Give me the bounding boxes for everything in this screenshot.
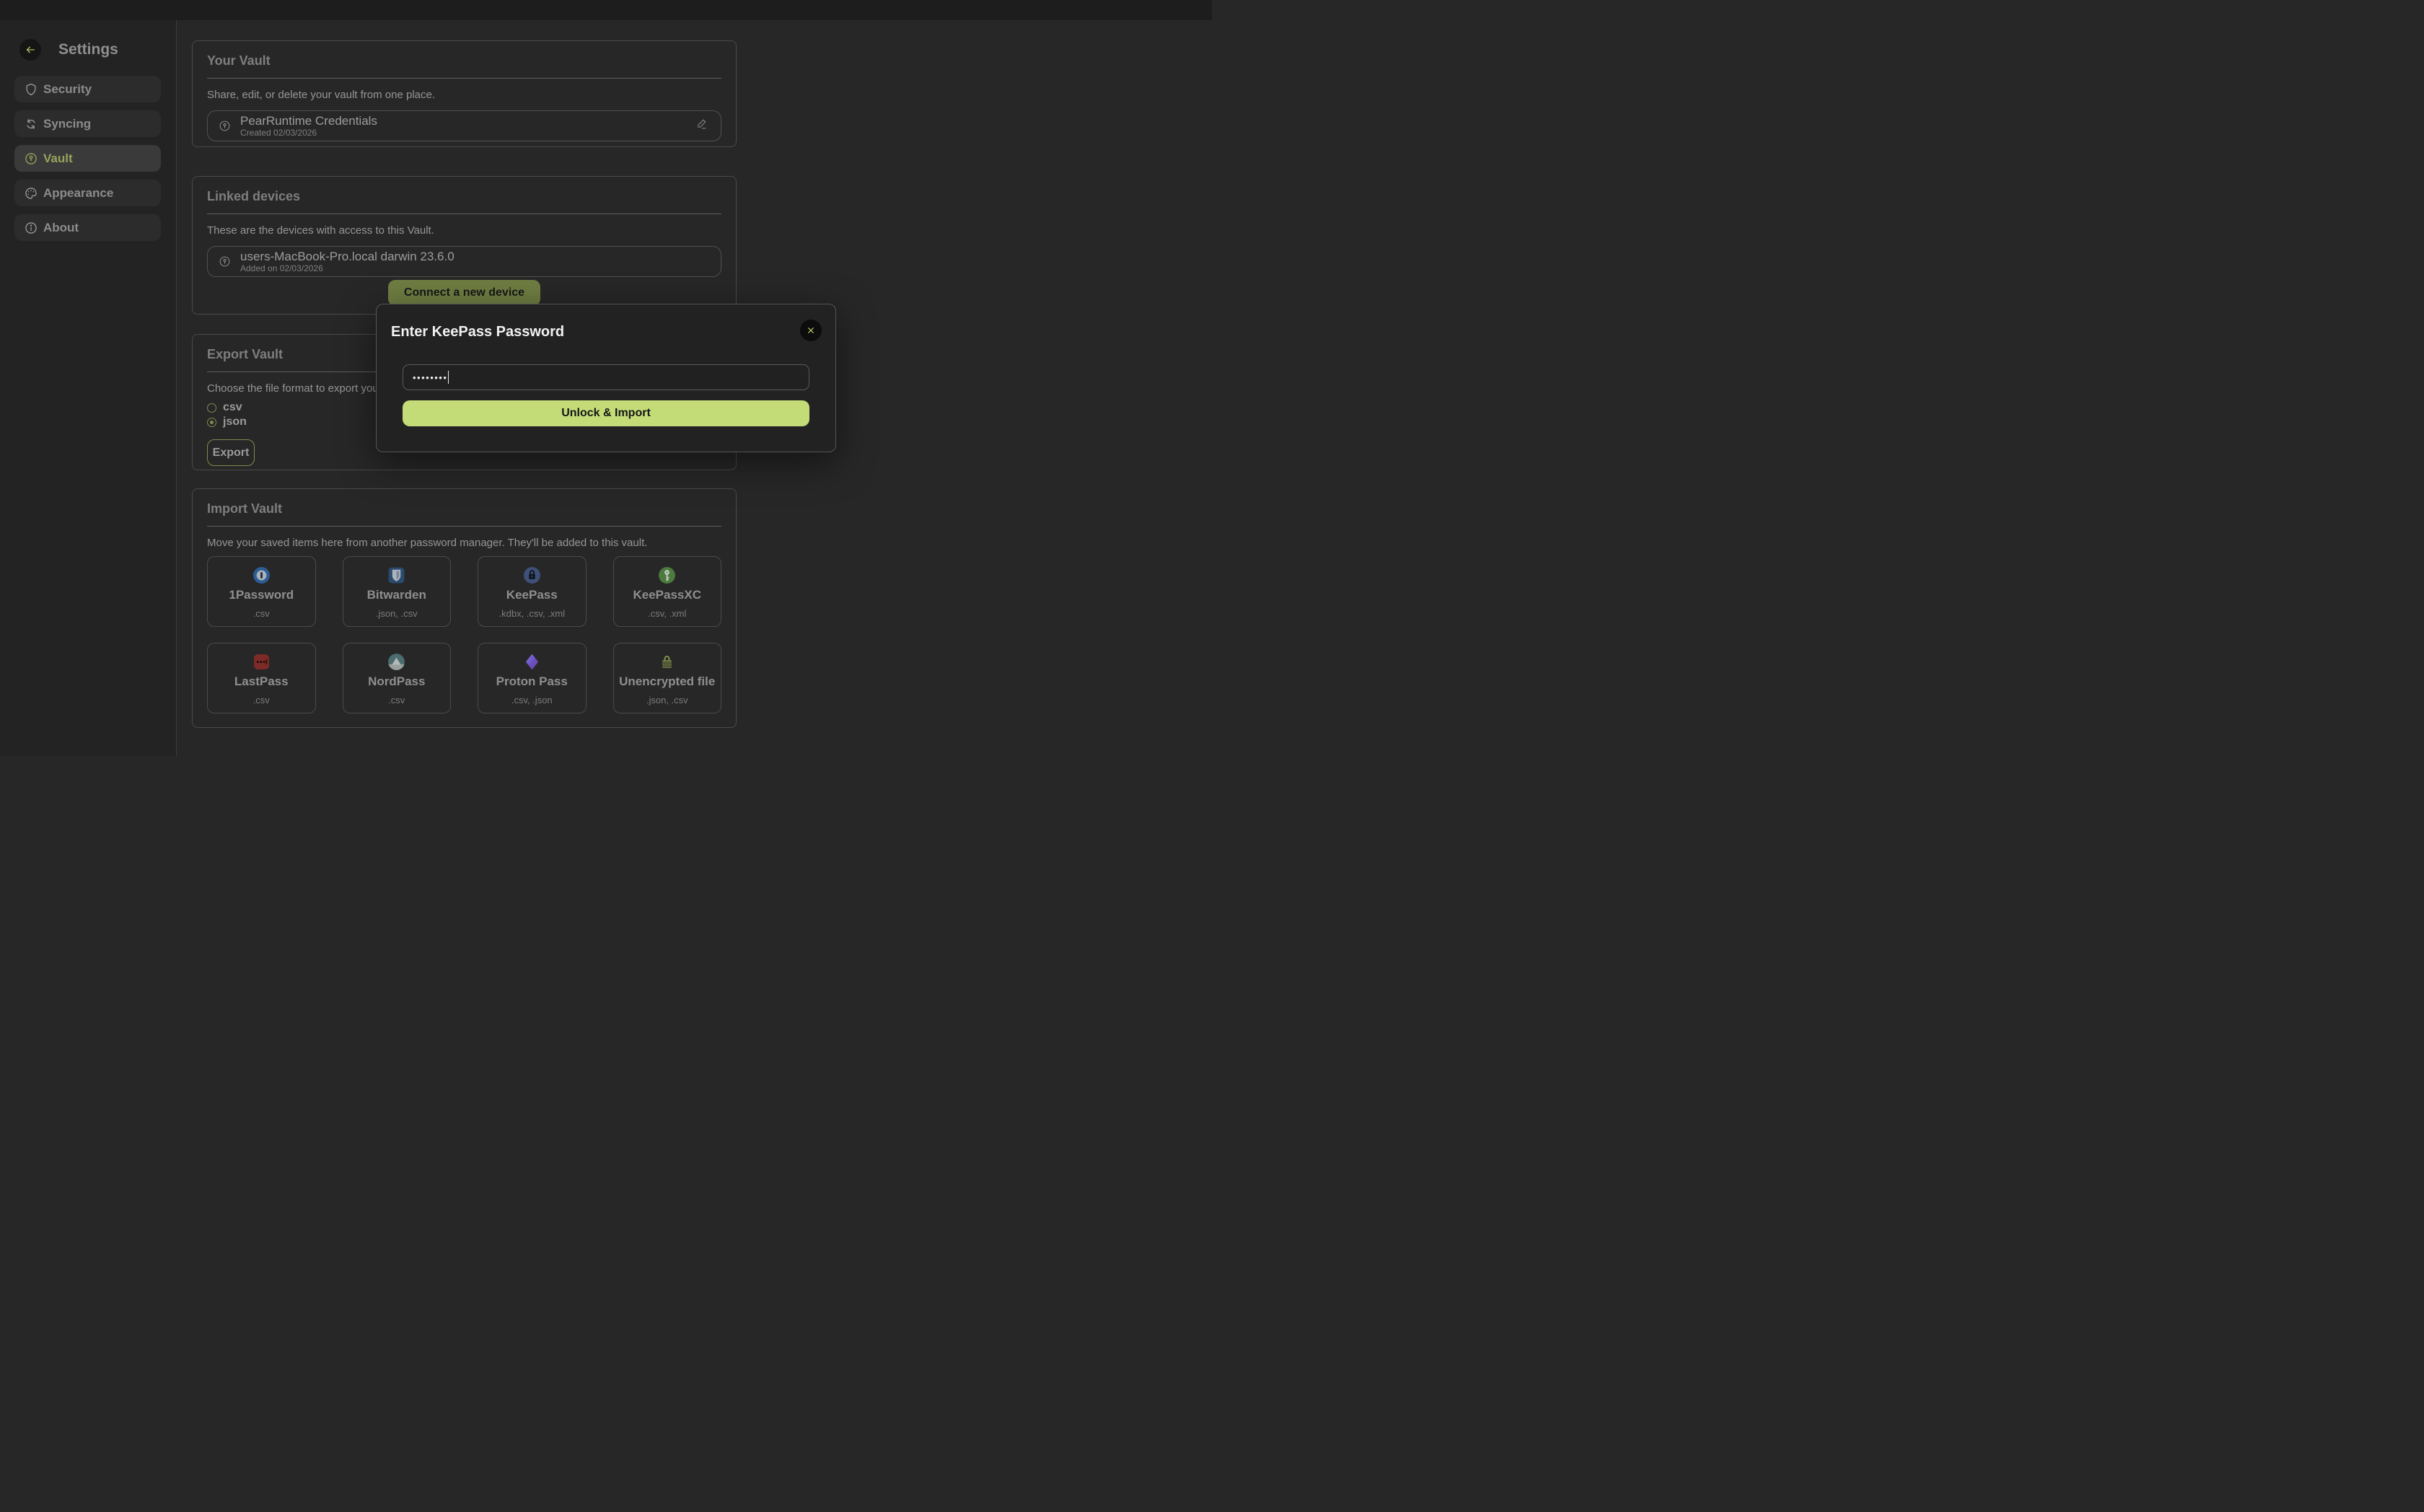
protonpass-icon [523,653,541,671]
sidebar-item-syncing[interactable]: Syncing [14,110,161,137]
import-vault-card: Import Vault Move your saved items here … [192,488,737,728]
app-window: Settings Security Syncing Vault [0,0,1212,756]
info-icon [24,221,38,235]
import-tile-lastpass[interactable]: LastPass .csv [207,643,316,713]
card-title: Linked devices [207,188,721,204]
palette-icon [24,186,38,201]
vault-meta: Created 02/03/2026 [240,128,377,138]
radio-selected-icon [207,418,216,427]
import-tile-bitwarden[interactable]: Bitwarden .json, .csv [343,556,452,627]
import-provider-grid: 1Password .csv Bitwarden .json, .csv Kee… [207,556,721,713]
export-button[interactable]: Export [207,439,255,466]
bitwarden-icon [387,566,405,584]
text-caret [448,371,449,384]
unencrypted-file-lock-icon [658,653,676,671]
keepass-icon [523,566,541,584]
device-name: users-MacBook-Pro.local darwin 23.6.0 [240,250,454,263]
card-description: Share, edit, or delete your vault from o… [207,89,721,101]
import-tile-unencrypted-file[interactable]: Unencrypted file .json, .csv [613,643,722,713]
lastpass-icon [252,653,271,671]
sidebar-nav: Security Syncing Vault Appearance [14,76,161,249]
page-title: Settings [58,38,118,61]
vault-row[interactable]: PearRuntime Credentials Created 02/03/20… [207,110,721,141]
password-input[interactable]: •••••••• [403,364,809,390]
key-icon [24,151,38,166]
divider [207,78,721,79]
onepassword-icon [252,566,271,584]
keepass-password-dialog: Enter KeePass Password •••••••• Unlock &… [376,304,836,452]
edit-icon[interactable] [695,118,708,130]
back-button[interactable] [19,39,41,61]
import-tile-keepassxc[interactable]: KeePassXC .csv, .xml [613,556,722,627]
card-description: Move your saved items here from another … [207,537,721,549]
sidebar-item-about[interactable]: About [14,214,161,241]
radio-icon [207,403,216,413]
sidebar-item-label: About [43,221,79,235]
dialog-title: Enter KeePass Password [391,324,564,340]
card-title: Your Vault [207,53,721,69]
divider [207,526,721,527]
device-row[interactable]: users-MacBook-Pro.local darwin 23.6.0 Ad… [207,246,721,277]
card-description: These are the devices with access to thi… [207,224,721,237]
sidebar-item-security[interactable]: Security [14,76,161,102]
card-title: Import Vault [207,501,721,517]
sidebar-item-label: Syncing [43,117,91,131]
sync-icon [24,117,38,131]
close-icon [804,324,817,337]
import-tile-1password[interactable]: 1Password .csv [207,556,316,627]
sidebar-item-label: Appearance [43,186,113,201]
key-icon [219,255,231,268]
import-tile-keepass[interactable]: KeePass .kdbx, .csv, .xml [478,556,587,627]
import-tile-protonpass[interactable]: Proton Pass .csv, .json [478,643,587,713]
key-icon [219,120,231,132]
connect-new-device-button[interactable]: Connect a new device [388,280,540,306]
unlock-import-button[interactable]: Unlock & Import [403,400,809,426]
sidebar-item-vault[interactable]: Vault [14,145,161,172]
linked-devices-card: Linked devices These are the devices wit… [192,176,737,315]
arrow-left-icon [24,43,37,56]
your-vault-card: Your Vault Share, edit, or delete your v… [192,40,737,147]
nordpass-icon [387,653,405,671]
password-masked-value: •••••••• [413,373,447,382]
vault-name: PearRuntime Credentials [240,114,377,128]
sidebar-item-label: Vault [43,151,73,166]
close-button[interactable] [800,320,822,341]
sidebar: Settings Security Syncing Vault [0,20,177,756]
device-meta: Added on 02/03/2026 [240,263,454,273]
import-tile-nordpass[interactable]: NordPass .csv [343,643,452,713]
titlebar [0,0,1212,20]
sidebar-item-label: Security [43,82,92,97]
sidebar-item-appearance[interactable]: Appearance [14,180,161,206]
shield-icon [24,82,38,97]
keepassxc-icon [658,566,676,584]
